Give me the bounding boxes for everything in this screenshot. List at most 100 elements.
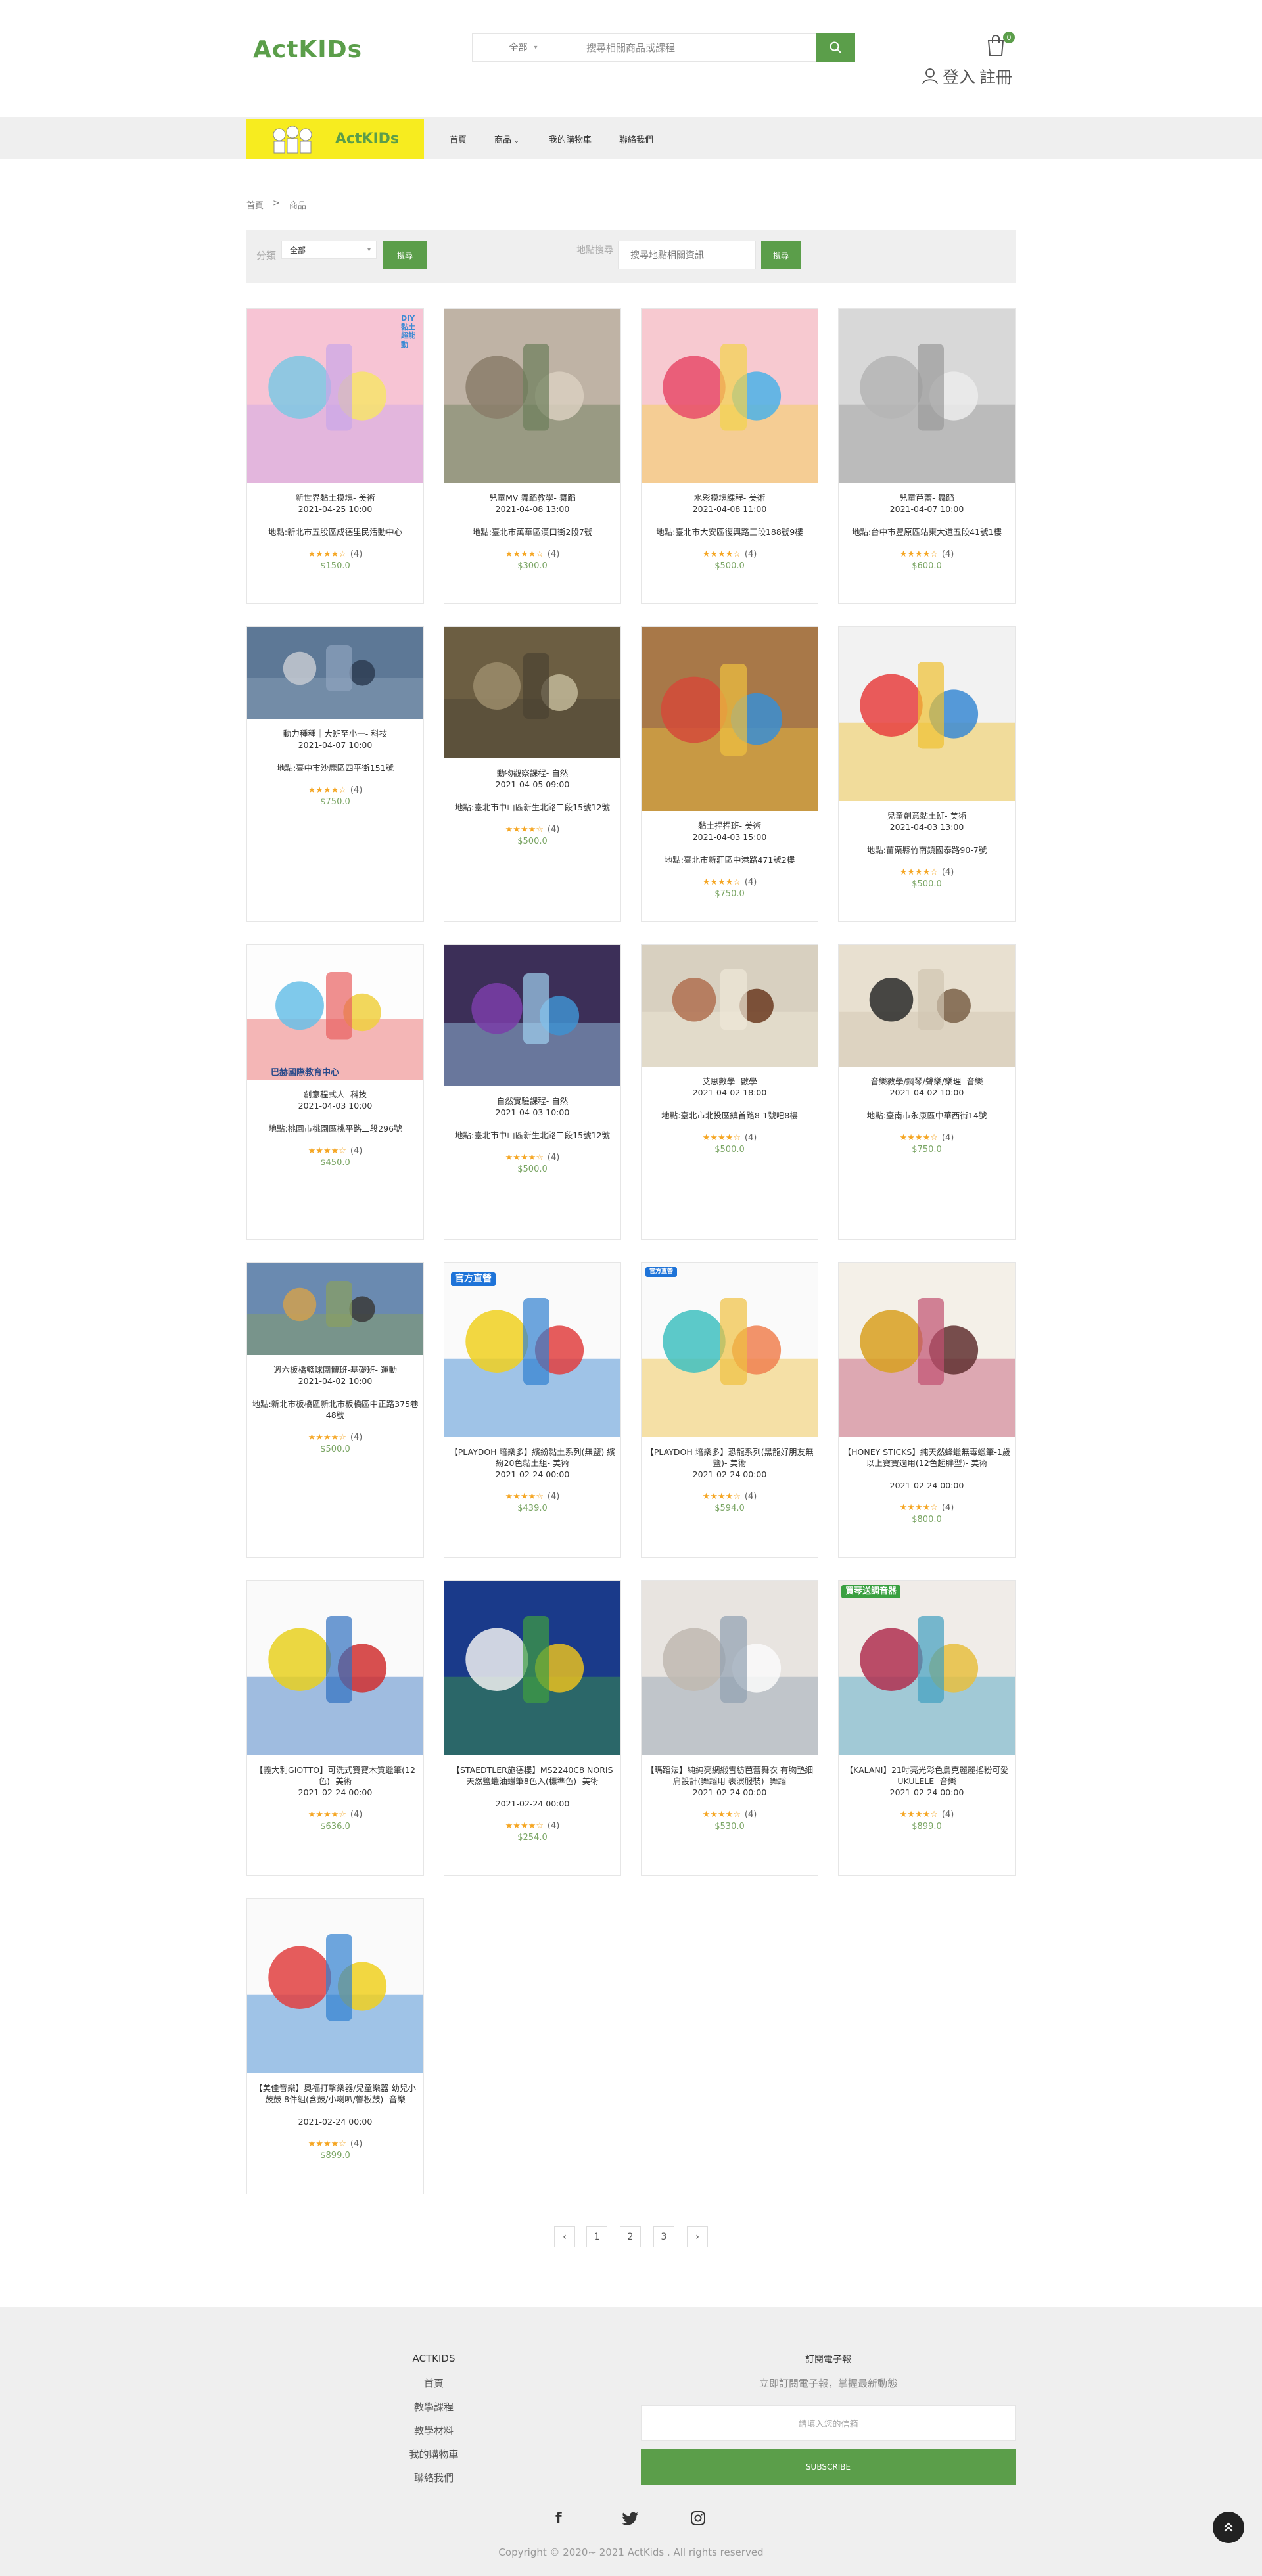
product-title[interactable]: 動力種種｜大班至小一- 科技 <box>251 728 419 739</box>
product-image[interactable] <box>839 1581 1015 1755</box>
register-link[interactable]: 註冊 <box>979 64 1012 88</box>
product-title[interactable]: 週六板橋籃球團體班-基礎班- 運動 <box>251 1364 419 1375</box>
twitter-icon[interactable] <box>622 2512 639 2526</box>
product-title[interactable]: 【KALANI】21吋亮光彩色烏克麗麗搖粉可愛UKULELE- 音樂 <box>843 1764 1011 1787</box>
nav-logo[interactable]: ActKIDs <box>246 119 424 159</box>
product-image[interactable] <box>642 1581 818 1755</box>
subscribe-button[interactable]: SUBSCRIBE <box>641 2449 1016 2485</box>
product-title[interactable]: 【美佳音樂】奧福打擊樂器/兒童樂器 幼兒小鼓鼓 8件組(含鼓/小喇叭/響板鼓)-… <box>251 2082 419 2105</box>
location-search-button[interactable]: 搜尋 <box>761 241 801 269</box>
product-card[interactable]: 兒童芭蕾- 舞蹈 2021-04-07 10:00 地點:台中市豐原區站東大道五段4… <box>838 308 1016 604</box>
product-card[interactable]: 兒童MV 舞蹈教學- 舞蹈 2021-04-08 13:00 地點:臺北市萬華區漢口… <box>444 308 621 604</box>
product-card[interactable]: 動物觀察課程- 自然 2021-04-05 09:00 地點:臺北市中山區新生北路二… <box>444 626 621 922</box>
product-card[interactable]: 黏土捏捏班- 美術 2021-04-03 15:00 地點:臺北市新莊區中港路471… <box>641 626 818 922</box>
product-card[interactable]: 創意程式人- 科技 2021-04-03 10:00 地點:桃園市桃園區桃平路二段2… <box>246 944 424 1240</box>
pagination-page-1[interactable]: 1 <box>586 2226 607 2247</box>
product-image[interactable] <box>642 1263 818 1437</box>
product-card[interactable]: 動力種種｜大班至小一- 科技 2021-04-07 10:00 地點:臺中市沙鹿區四… <box>246 626 424 922</box>
product-image[interactable] <box>247 1581 423 1755</box>
product-card[interactable]: 【義大利GIOTTO】可洗式寶寶木質蠟筆(12色)- 美術 2021-02-24 … <box>246 1580 424 1876</box>
product-card[interactable]: 兒童創意黏土班- 美術 2021-04-03 13:00 地點:苗栗縣竹南鎮國泰路9… <box>838 626 1016 922</box>
product-image[interactable] <box>247 945 423 1080</box>
search-button[interactable] <box>816 33 855 62</box>
product-image[interactable] <box>642 627 818 811</box>
facebook-icon[interactable]: f <box>555 2510 562 2527</box>
product-date: 2021-02-24 00:00 <box>692 1787 767 1797</box>
product-image[interactable] <box>642 945 818 1067</box>
product-card[interactable]: 水彩摸塊課程- 美術 2021-04-08 11:00 地點:臺北市大安區復興路三段… <box>641 308 818 604</box>
product-title[interactable]: 新世界黏土摸塊- 美術 <box>251 492 419 503</box>
product-title[interactable]: 【STAEDTLER施德樓】MS2240C8 NORIS 天然鹽蠟油蠟筆8色入(… <box>448 1764 617 1787</box>
login-link[interactable]: 登入 <box>943 64 975 88</box>
pagination-page-2[interactable]: 2 <box>620 2226 641 2247</box>
product-card[interactable]: 【HONEY STICKS】純天然蜂蠟無毒蠟筆-1歲以上寶寶適用(12色超胖型)… <box>838 1262 1016 1558</box>
product-card[interactable]: 艾思數學- 數學 2021-04-02 18:00 地點:臺北市北投區鎮首路8-1號… <box>641 944 818 1240</box>
product-rating: ★★★★☆ (4) <box>444 1821 620 1831</box>
product-card[interactable]: 週六板橋籃球團體班-基礎班- 運動 2021-04-02 10:00 地點:新北市板… <box>246 1262 424 1558</box>
product-card[interactable]: 【PLAYDOH 培樂多】恐龍系列(黑龍好朋友無鹽)- 美術 2021-02-24… <box>641 1262 818 1558</box>
product-title[interactable]: 音樂教學/鋼琴/聲樂/樂理- 音樂 <box>843 1076 1011 1087</box>
newsletter-email-input[interactable]: 請填入您的信箱 <box>641 2405 1016 2441</box>
product-image[interactable] <box>444 1581 620 1755</box>
nav-item-cart[interactable]: 我的購物車 <box>549 133 592 145</box>
nav-item-products[interactable]: 商品 ⌄ <box>494 133 519 145</box>
product-image[interactable] <box>444 1263 620 1437</box>
product-image[interactable] <box>444 309 620 483</box>
product-title[interactable]: 【PLAYDOH 培樂多】恐龍系列(黑龍好朋友無鹽)- 美術 <box>645 1446 814 1469</box>
footer-link-home[interactable]: 首頁 <box>368 2376 500 2390</box>
pagination-next[interactable]: › <box>687 2226 708 2247</box>
category-filter-select[interactable]: 全部 ▾ <box>281 241 377 259</box>
product-title[interactable]: 創意程式人- 科技 <box>251 1089 419 1100</box>
product-image[interactable] <box>839 309 1015 483</box>
site-logo[interactable]: ActKIDs <box>253 36 362 63</box>
product-card[interactable]: 【瑪蹈法】純純亮綢緞雪紡芭蕾舞衣 有胸墊細肩設計(舞蹈用 表演服裝)- 舞蹈 20… <box>641 1580 818 1876</box>
product-image[interactable] <box>839 627 1015 801</box>
product-card[interactable]: 自然實驗課程- 自然 2021-04-03 10:00 地點:臺北市中山區新生北路二… <box>444 944 621 1240</box>
product-title[interactable]: 兒童MV 舞蹈教學- 舞蹈 <box>448 492 617 503</box>
back-to-top-button[interactable] <box>1213 2512 1244 2543</box>
location-search-input[interactable]: 搜尋地點相關資訊 <box>618 241 756 269</box>
product-title[interactable]: 自然實驗課程- 自然 <box>448 1095 617 1107</box>
product-title[interactable]: 【義大利GIOTTO】可洗式寶寶木質蠟筆(12色)- 美術 <box>251 1764 419 1787</box>
nav-item-contact[interactable]: 聯絡我們 <box>619 133 653 145</box>
product-image[interactable] <box>444 627 620 758</box>
product-image[interactable] <box>444 945 620 1086</box>
footer-link-materials[interactable]: 教學材料 <box>368 2424 500 2437</box>
product-card[interactable]: 【PLAYDOH 培樂多】繽紛黏土系列(無鹽) 繽紛20色黏土組- 美術 2021… <box>444 1262 621 1558</box>
category-search-button[interactable]: 搜尋 <box>383 241 427 269</box>
product-image[interactable] <box>839 1263 1015 1437</box>
product-image[interactable] <box>839 945 1015 1067</box>
product-title[interactable]: 兒童芭蕾- 舞蹈 <box>843 492 1011 503</box>
product-title[interactable]: 水彩摸塊課程- 美術 <box>645 492 814 503</box>
product-card[interactable]: 【美佳音樂】奧福打擊樂器/兒童樂器 幼兒小鼓鼓 8件組(含鼓/小喇叭/響板鼓)-… <box>246 1898 424 2194</box>
product-image[interactable] <box>642 309 818 483</box>
pagination-prev[interactable]: ‹ <box>554 2226 575 2247</box>
cart-button[interactable]: 0 <box>986 32 1015 60</box>
product-title[interactable]: 兒童創意黏土班- 美術 <box>843 810 1011 821</box>
product-title[interactable]: 黏土捏捏班- 美術 <box>645 820 814 831</box>
product-title[interactable]: 【HONEY STICKS】純天然蜂蠟無毒蠟筆-1歲以上寶寶適用(12色超胖型)… <box>843 1446 1011 1469</box>
product-title[interactable]: 動物觀察課程- 自然 <box>448 768 617 779</box>
product-image[interactable] <box>247 1899 423 2073</box>
product-image[interactable] <box>247 1263 423 1355</box>
rating-stars: ★★★★☆ <box>702 1133 741 1143</box>
footer-link-courses[interactable]: 教學課程 <box>368 2400 500 2414</box>
product-card[interactable]: 音樂教學/鋼琴/聲樂/樂理- 音樂 2021-04-02 10:00 地點:臺南市永… <box>838 944 1016 1240</box>
product-title[interactable]: 【PLAYDOH 培樂多】繽紛黏土系列(無鹽) 繽紛20色黏土組- 美術 <box>448 1446 617 1469</box>
nav-item-home[interactable]: 首頁 <box>450 133 467 145</box>
breadcrumb-home[interactable]: 首頁 <box>246 198 264 211</box>
footer-link-contact[interactable]: 聯絡我們 <box>368 2471 500 2485</box>
pagination-page-3[interactable]: 3 <box>653 2226 674 2247</box>
instagram-icon[interactable] <box>690 2510 706 2526</box>
product-card[interactable]: 【KALANI】21吋亮光彩色烏克麗麗搖粉可愛UKULELE- 音樂 2021-0… <box>838 1580 1016 1876</box>
search-input[interactable]: 搜尋相關商品或課程 <box>574 33 818 62</box>
product-title[interactable]: 【瑪蹈法】純純亮綢緞雪紡芭蕾舞衣 有胸墊細肩設計(舞蹈用 表演服裝)- 舞蹈 <box>645 1764 814 1787</box>
search-category-select[interactable]: 全部 ▾ <box>472 33 574 62</box>
footer-link-cart[interactable]: 我的購物車 <box>368 2447 500 2461</box>
product-rating: ★★★★☆ (4) <box>444 1153 620 1162</box>
product-card[interactable]: 新世界黏土摸塊- 美術 2021-04-25 10:00 地點:新北市五股區成德里民… <box>246 308 424 604</box>
product-card[interactable]: 【STAEDTLER施德樓】MS2240C8 NORIS 天然鹽蠟油蠟筆8色入(… <box>444 1580 621 1876</box>
product-title[interactable]: 艾思數學- 數學 <box>645 1076 814 1087</box>
product-image[interactable] <box>247 627 423 719</box>
product-price: $500.0 <box>320 1444 350 1454</box>
